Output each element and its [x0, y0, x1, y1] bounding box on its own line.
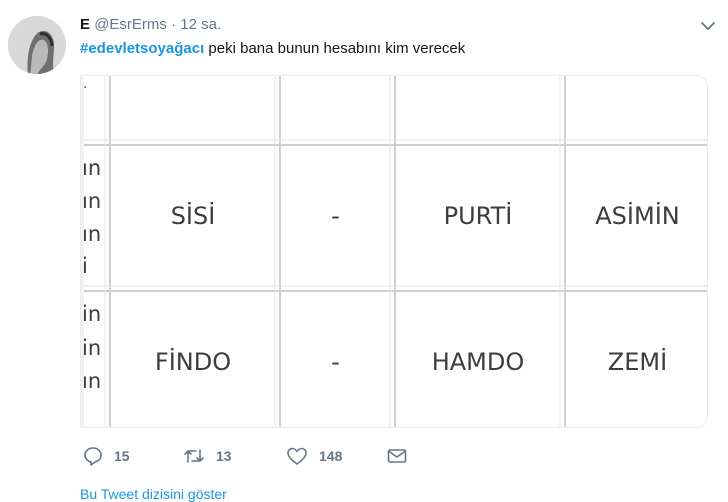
svg-text:.: .	[83, 76, 87, 92]
timestamp[interactable]: 12 sa.	[180, 16, 221, 33]
table-cell: SİSİ	[170, 202, 216, 230]
tweet-body: peki bana bunun hesabını kim verecek	[208, 40, 466, 57]
chevron-down-icon[interactable]	[698, 18, 718, 34]
display-name[interactable]: E	[80, 16, 90, 33]
cell-fragment: ın	[82, 156, 102, 180]
cell-fragment: ın	[82, 222, 102, 246]
table-cell: -	[331, 202, 340, 230]
separator: ·	[171, 16, 177, 33]
like-button[interactable]: 148	[285, 445, 342, 467]
show-thread-link[interactable]: Bu Tweet dizisini göster	[80, 486, 227, 502]
cell-fragment: in	[82, 302, 102, 326]
retweet-icon	[184, 449, 204, 463]
reply-icon	[84, 447, 102, 466]
message-icon	[387, 449, 407, 463]
like-icon	[287, 447, 307, 465]
table-cell: HAMDO	[431, 348, 525, 376]
avatar[interactable]	[8, 16, 66, 74]
like-count: 148	[319, 448, 343, 464]
cell-fragment: ın	[82, 189, 102, 213]
table-cell: PURTİ	[443, 202, 513, 230]
tweet-actions: 15 13 148	[80, 445, 480, 471]
reply-count: 15	[114, 448, 130, 464]
retweet-button[interactable]: 13	[182, 445, 232, 467]
retweet-count: 13	[216, 448, 232, 464]
tweet-header: E @EsrErms · 12 sa.	[80, 15, 221, 35]
direct-message-button[interactable]	[386, 445, 408, 467]
avatar-image	[8, 16, 66, 74]
table-cell: ZEMİ	[607, 348, 668, 376]
cell-fragment: ın	[82, 369, 102, 393]
table-cell: ASİMİN	[595, 202, 680, 230]
cell-fragment: in	[82, 336, 102, 360]
tweet-text: #edevletsoyağacı peki bana bunun hesabın…	[80, 39, 465, 59]
hashtag-link[interactable]: #edevletsoyağacı	[80, 40, 204, 57]
table-cell: FİNDO	[154, 348, 232, 376]
table-cell: -	[331, 348, 340, 376]
cell-fragment: i	[82, 254, 88, 278]
reply-button[interactable]: 15	[82, 445, 130, 467]
handle[interactable]: @EsrErms	[94, 16, 167, 33]
tweet-image[interactable]: . ın ın ın i in in ın SİSİ - PURTİ ASİMİ…	[80, 75, 708, 428]
